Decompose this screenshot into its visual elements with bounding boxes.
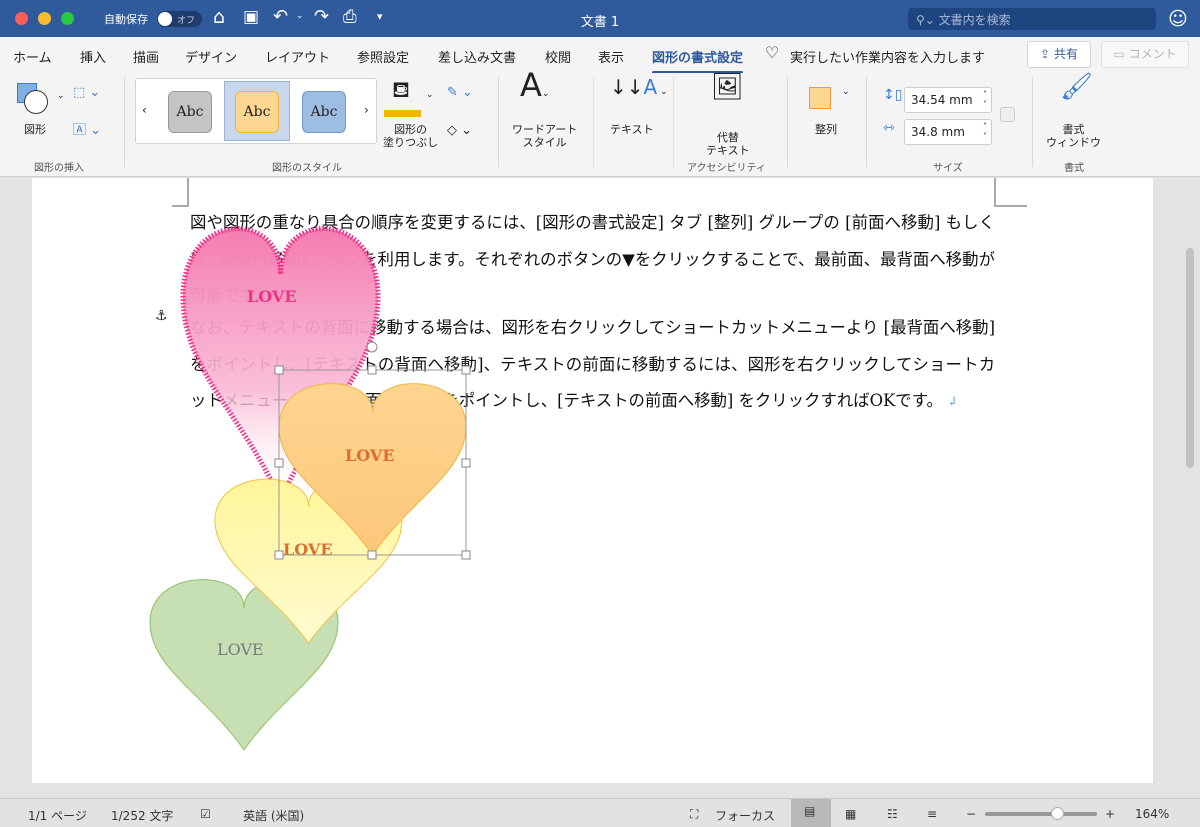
resize-handle[interactable]	[367, 550, 377, 560]
word-count[interactable]: 1/252 文字	[111, 807, 173, 824]
green-heart-text: LOVE	[217, 640, 264, 659]
rotate-handle-icon[interactable]	[366, 341, 378, 353]
pink-heart-text: LOVE	[247, 287, 297, 306]
status-bar: 1/1 ページ 1/252 文字 ☑ 英語 (米国) ⛶ フォーカス ▤ ▦ ☷…	[0, 798, 1200, 827]
zoom-slider[interactable]	[985, 807, 1097, 820]
print-layout-icon: ▤	[804, 804, 816, 818]
yellow-heart-text: LOVE	[283, 540, 333, 559]
language[interactable]: 英語 (米国)	[243, 807, 304, 824]
resize-handle[interactable]	[461, 458, 471, 468]
orange-heart-text: LOVE	[345, 446, 395, 465]
zoom-out-icon[interactable]: −	[966, 807, 976, 821]
shapes-layer: LOVE LOVE LOVE LOVE	[0, 0, 471, 827]
print-layout-view-button[interactable]: ▤	[791, 799, 831, 827]
zoom-in-icon[interactable]: +	[1105, 807, 1115, 821]
focus-button[interactable]: フォーカス	[715, 807, 775, 824]
page-count[interactable]: 1/1 ページ	[28, 807, 87, 824]
web-layout-icon[interactable]: ▦	[845, 807, 856, 821]
resize-handle[interactable]	[274, 365, 284, 375]
resize-handle[interactable]	[274, 550, 284, 560]
resize-handle[interactable]	[461, 550, 471, 560]
outline-view-icon[interactable]: ☷	[887, 807, 898, 821]
proofing-icon[interactable]: ☑	[200, 807, 211, 821]
zoom-level[interactable]: 164%	[1135, 807, 1169, 821]
focus-icon[interactable]: ⛶	[690, 807, 698, 822]
resize-handle[interactable]	[274, 458, 284, 468]
resize-handle[interactable]	[367, 365, 377, 375]
resize-handle[interactable]	[461, 365, 471, 375]
draft-view-icon[interactable]: ≡	[927, 807, 937, 821]
zoom-slider-handle[interactable]	[1050, 807, 1064, 820]
